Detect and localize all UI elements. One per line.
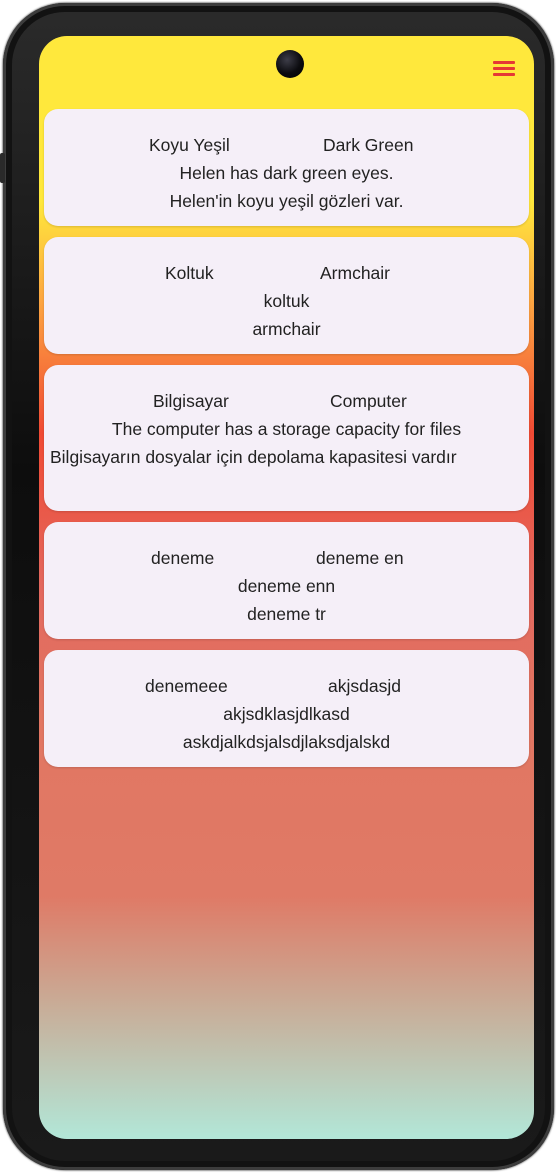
card-header: deneme deneme en	[58, 544, 515, 572]
front-camera	[276, 50, 304, 78]
example-sentence-tr: askdjalkdsjalsdjlaksdjalskd	[182, 732, 391, 752]
card-header: denemeee akjsdasjd	[58, 672, 515, 700]
example-sentence-tr: Bilgisayarın dosyalar için depolama kapa…	[50, 447, 457, 467]
english-word: Armchair	[320, 263, 391, 283]
example-sentence-en: Helen has dark green eyes.	[179, 163, 394, 183]
word-card-list: Koyu Yeşil Dark Green Helen has dark gre…	[44, 109, 529, 778]
example-sentence-tr: deneme tr	[247, 604, 326, 624]
english-word: akjsdasjd	[328, 676, 401, 696]
example-sentence-tr: Helen'in koyu yeşil gözleri var.	[169, 191, 404, 211]
example-sentence-en: koltuk	[263, 291, 310, 311]
english-word: Computer	[330, 391, 407, 411]
english-word: deneme en	[316, 548, 404, 568]
example-sentence-en: The computer has a storage capacity for …	[111, 419, 462, 439]
word-card[interactable]: Koyu Yeşil Dark Green Helen has dark gre…	[44, 109, 529, 226]
word-card[interactable]: deneme deneme en deneme enn deneme tr	[44, 522, 529, 639]
word-card[interactable]: Koltuk Armchair koltuk armchair	[44, 237, 529, 354]
english-word: Dark Green	[323, 135, 414, 155]
card-header: Bilgisayar Computer	[58, 387, 515, 415]
example-sentence-tr: armchair	[252, 319, 321, 339]
phone-frame: Koyu Yeşil Dark Green Helen has dark gre…	[0, 3, 554, 1170]
turkish-word: deneme	[151, 548, 215, 568]
word-card[interactable]: denemeee akjsdasjd akjsdklasjdlkasd askd…	[44, 650, 529, 767]
volume-button	[0, 153, 5, 183]
example-sentence-en: akjsdklasjdlkasd	[223, 704, 350, 724]
turkish-word: Koyu Yeşil	[149, 135, 230, 155]
word-card[interactable]: Bilgisayar Computer The computer has a s…	[44, 365, 529, 511]
card-header: Koyu Yeşil Dark Green	[58, 131, 515, 159]
turkish-word: Bilgisayar	[153, 391, 229, 411]
turkish-word: Koltuk	[165, 263, 214, 283]
app-screen: Koyu Yeşil Dark Green Helen has dark gre…	[39, 36, 534, 1139]
card-header: Koltuk Armchair	[58, 259, 515, 287]
hamburger-menu-icon[interactable]	[489, 58, 519, 82]
example-sentence-en: deneme enn	[237, 576, 336, 596]
turkish-word: denemeee	[145, 676, 228, 696]
